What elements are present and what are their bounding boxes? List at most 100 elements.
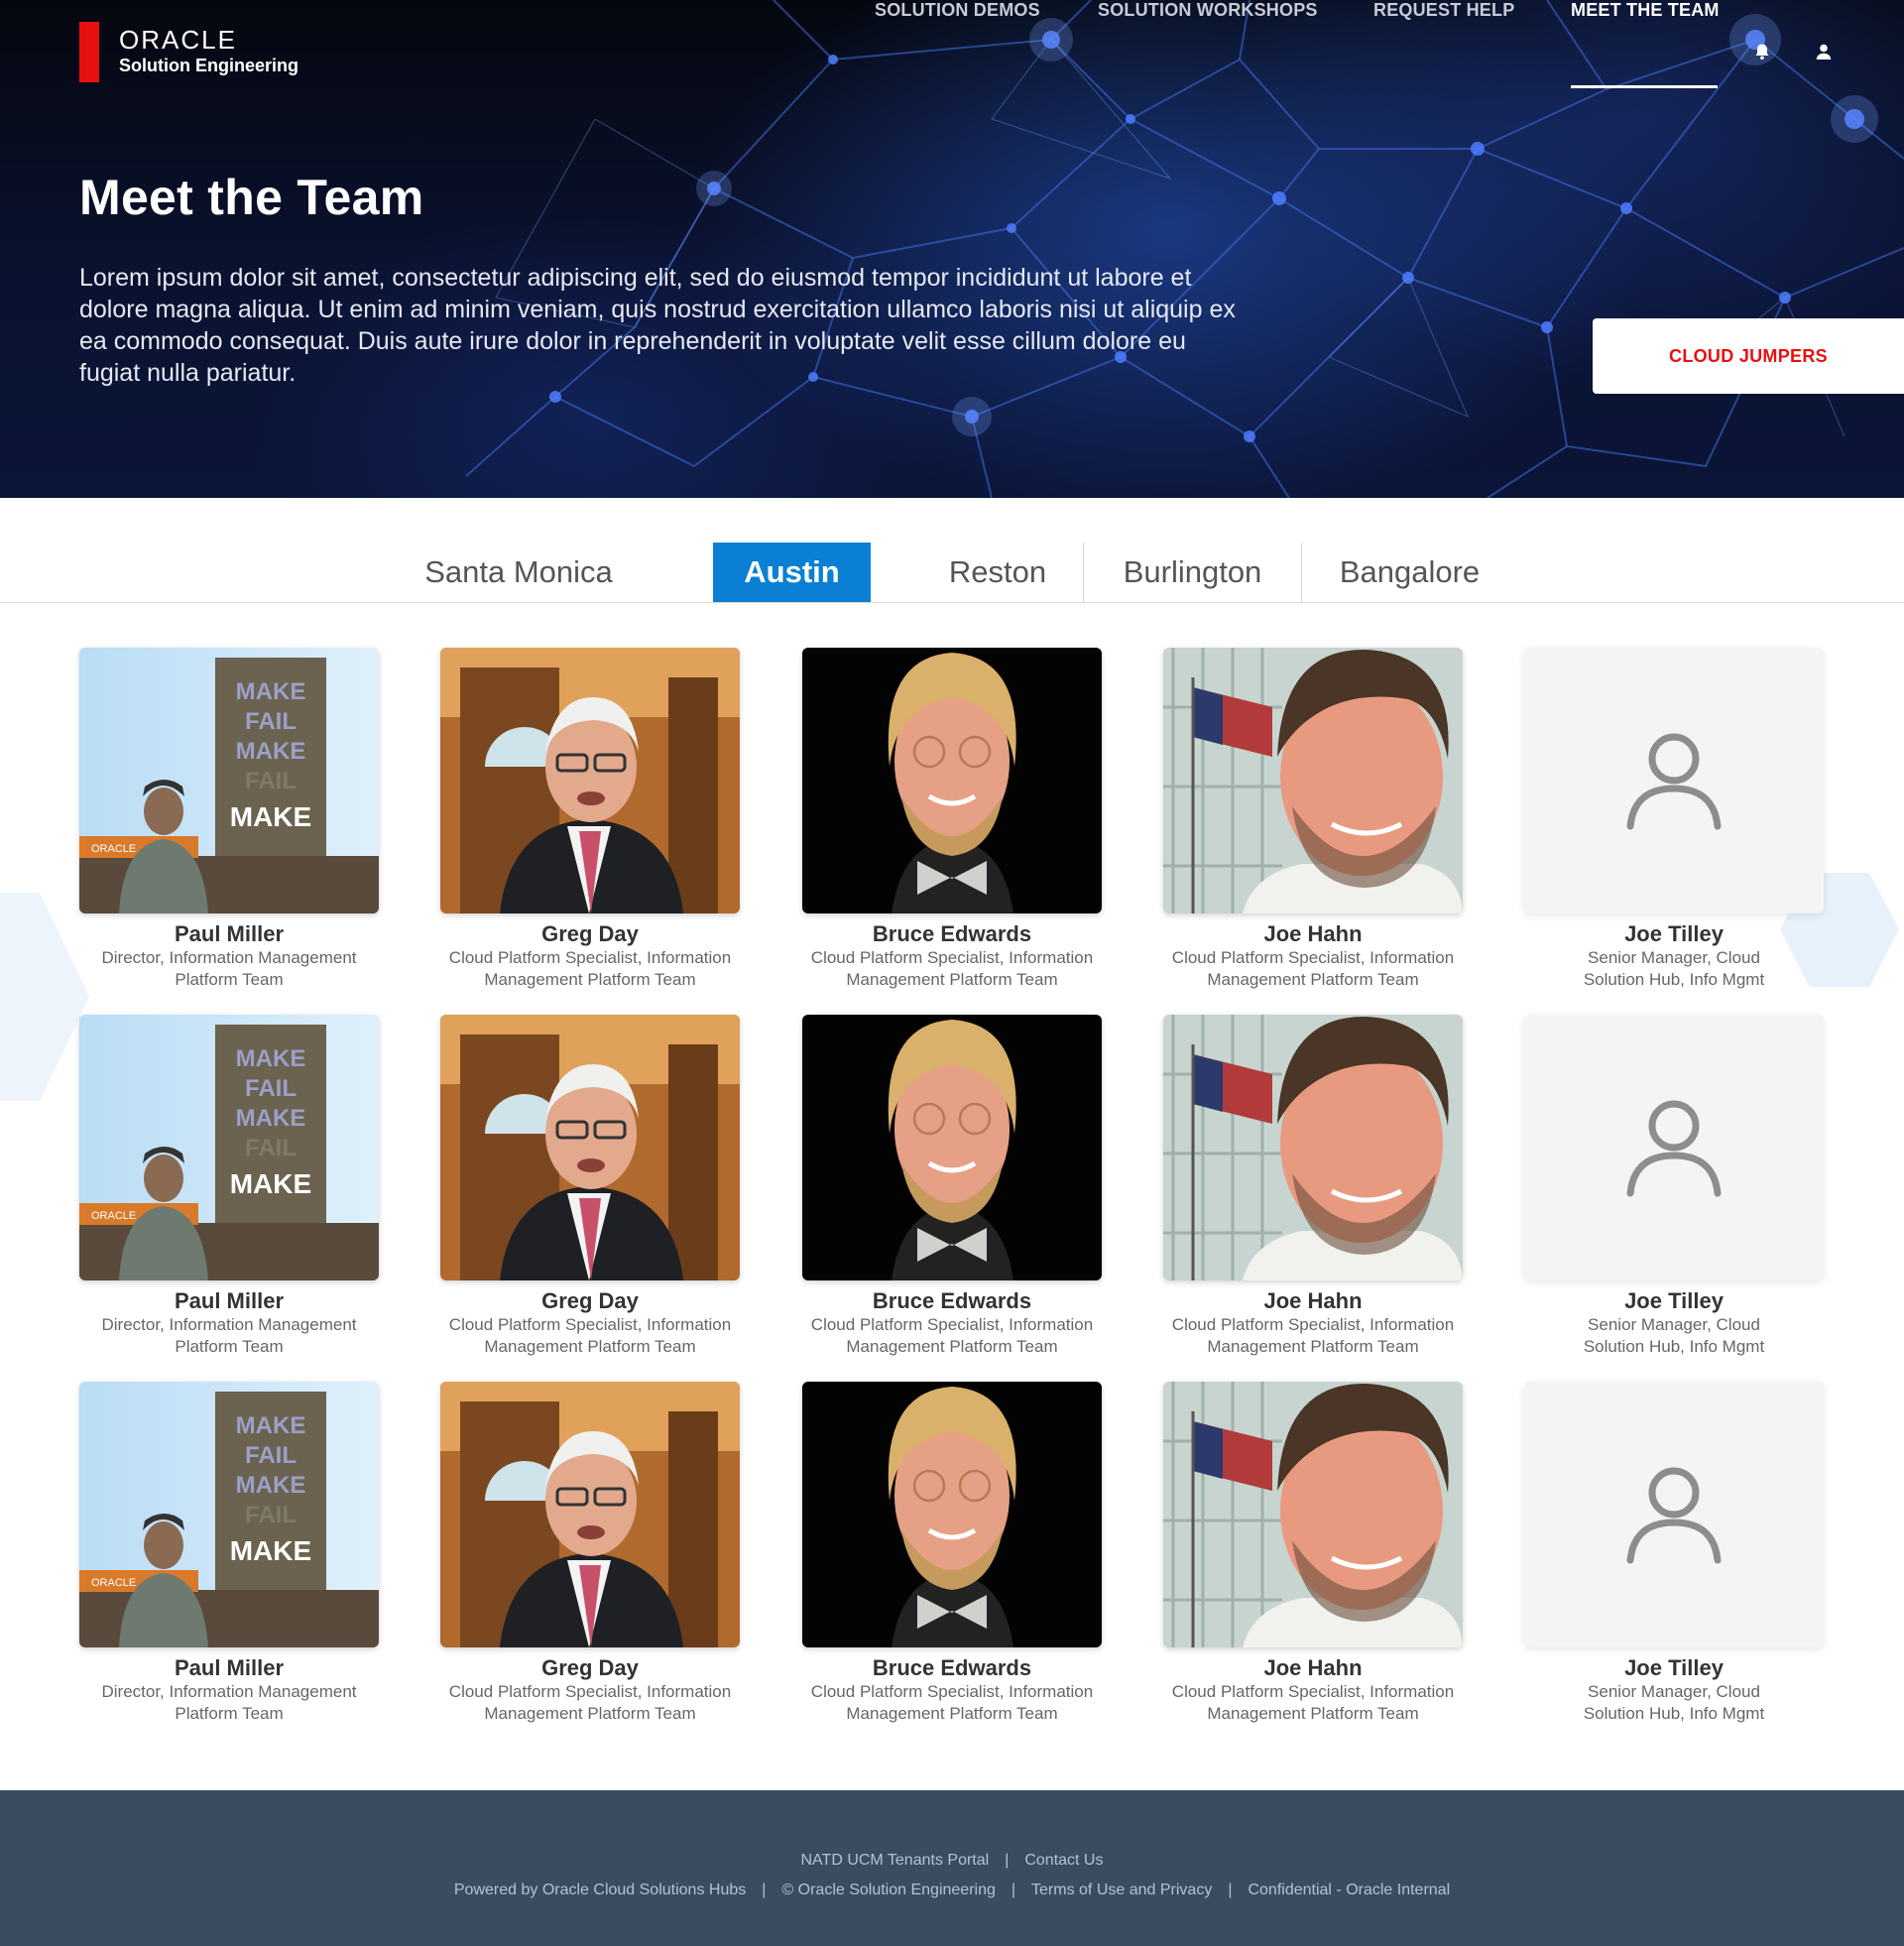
oracle-logo[interactable]: ORACLE Solution Engineering (79, 22, 298, 82)
tab-austin[interactable]: Austin (713, 543, 871, 602)
footer-links-primary: NATD UCM Tenants Portal | Contact Us (0, 1852, 1904, 1870)
slide-word: FAIL (245, 1135, 297, 1161)
member-photo[interactable] (1163, 1382, 1463, 1647)
user-placeholder-icon (1626, 1467, 1722, 1564)
footer-link-terms[interactable]: Terms of Use and Privacy (1031, 1882, 1212, 1898)
member-name: Greg Day (541, 1655, 639, 1680)
member-photo[interactable] (802, 1015, 1102, 1280)
member-photo[interactable] (440, 648, 740, 913)
member-name: Greg Day (541, 921, 639, 946)
nav-meet-the-team[interactable]: MEET THE TEAM (1571, 0, 1720, 21)
team-member-card[interactable]: Joe Hahn Cloud Platform Specialist, Infor… (1163, 1382, 1463, 1725)
slide-word: MAKE (236, 678, 306, 705)
slide-word: FAIL (245, 1442, 297, 1469)
member-role: Cloud Platform Specialist, Information M… (1171, 1682, 1455, 1723)
member-role: Cloud Platform Specialist, Information M… (448, 1315, 732, 1356)
slide-word: MAKE (236, 738, 306, 765)
member-name: Bruce Edwards (872, 1655, 1032, 1680)
team-member-card[interactable]: ORACLE MAKE FAIL MAKE FAIL MAKE Paul Miller Dir… (79, 1382, 379, 1725)
team-member-card[interactable]: Greg Day Cloud Platform Specialist, Infor… (440, 648, 740, 991)
user-placeholder-icon (1626, 1100, 1722, 1197)
team-member-card[interactable]: Joe Hahn Cloud Platform Specialist, Infor… (1163, 1015, 1463, 1358)
member-name: Bruce Edwards (872, 921, 1032, 946)
team-member-card[interactable]: Joe Hahn Cloud Platform Specialist, Infor… (1163, 648, 1463, 991)
slide-word: MAKE (236, 1412, 306, 1439)
member-photo[interactable] (1163, 648, 1463, 913)
avatar-placeholder[interactable] (1524, 1382, 1824, 1647)
bell-icon[interactable] (1753, 43, 1771, 61)
logo-subtitle: Solution Engineering (119, 56, 298, 75)
slide-logo-text: ORACLE (91, 1577, 136, 1589)
footer-separator: | (762, 1882, 767, 1898)
page-description: Lorem ipsum dolor sit amet, consectetur … (79, 264, 1236, 387)
member-photo[interactable]: ORACLE MAKE FAIL MAKE FAIL MAKE (79, 648, 379, 913)
footer-confidential[interactable]: Confidential - Oracle Internal (1248, 1882, 1450, 1898)
member-name: Greg Day (541, 1288, 639, 1313)
avatar-placeholder[interactable] (1524, 648, 1824, 913)
slide-word: MAKE (230, 1168, 311, 1199)
footer-link-ucm-portal[interactable]: NATD UCM Tenants Portal (801, 1852, 990, 1869)
slide-word: MAKE (230, 1535, 311, 1566)
team-member-card[interactable]: Bruce Edwards Cloud Platform Specialist, … (802, 648, 1102, 991)
member-role: Cloud Platform Specialist, Information M… (1171, 1315, 1455, 1356)
nav-request-help[interactable]: REQUEST HELP (1373, 0, 1514, 21)
member-name: Joe Tilley (1624, 1288, 1724, 1313)
slide-word: MAKE (230, 801, 311, 832)
tab-reston[interactable]: Reston (920, 543, 1075, 602)
team-member-card[interactable]: Bruce Edwards Cloud Platform Specialist, … (802, 1382, 1102, 1725)
team-member-card[interactable]: Bruce Edwards Cloud Platform Specialist, … (802, 1015, 1102, 1358)
team-member-card[interactable]: ORACLE MAKE FAIL MAKE FAIL MAKE Paul Miller Dir… (79, 648, 379, 991)
nav-solution-workshops[interactable]: SOLUTION WORKSHOPS (1098, 0, 1318, 21)
member-role: Director, Information Management Platfor… (101, 1682, 357, 1723)
member-role: Cloud Platform Specialist, Information M… (448, 1682, 732, 1723)
slide-word: MAKE (236, 1045, 306, 1072)
footer: NATD UCM Tenants Portal | Contact Us Power… (0, 1790, 1904, 1946)
member-photo[interactable]: ORACLE MAKE FAIL MAKE FAIL MAKE (79, 1015, 379, 1280)
team-member-card[interactable]: Greg Day Cloud Platform Specialist, Infor… (440, 1015, 740, 1358)
team-member-card[interactable]: Joe Tilley Senior Manager, Cloud Solution… (1524, 1382, 1824, 1725)
member-name: Bruce Edwards (872, 1288, 1032, 1313)
cloud-jumpers-button[interactable]: CLOUD JUMPERS (1593, 318, 1904, 394)
footer-separator: | (1011, 1882, 1016, 1898)
member-photo[interactable] (440, 1015, 740, 1280)
member-role: Cloud Platform Specialist, Information M… (810, 1682, 1094, 1723)
member-photo[interactable] (440, 1382, 740, 1647)
slide-word: FAIL (245, 768, 297, 794)
footer-copyright[interactable]: © Oracle Solution Engineering (781, 1882, 995, 1898)
member-role: Director, Information Management Platfor… (101, 948, 357, 989)
slide-word: FAIL (245, 708, 297, 735)
member-name: Joe Tilley (1624, 921, 1724, 946)
member-photo[interactable]: ORACLE MAKE FAIL MAKE FAIL MAKE (79, 1382, 379, 1647)
member-name: Paul Miller (174, 1655, 285, 1680)
nav-solution-demos[interactable]: SOLUTION DEMOS (875, 0, 1040, 21)
footer-links-secondary: Powered by Oracle Cloud Solutions Hubs | ©… (0, 1882, 1904, 1899)
member-name: Paul Miller (174, 921, 285, 946)
member-role: Cloud Platform Specialist, Information M… (1171, 948, 1455, 989)
footer-link-powered-by[interactable]: Powered by Oracle Cloud Solutions Hubs (454, 1882, 746, 1898)
team-member-card[interactable]: ORACLE MAKE FAIL MAKE FAIL MAKE Paul Miller Dir… (79, 1015, 379, 1358)
slide-word: FAIL (245, 1502, 297, 1528)
avatar-placeholder[interactable] (1524, 1015, 1824, 1280)
member-photo[interactable] (1163, 1015, 1463, 1280)
member-name: Paul Miller (174, 1288, 285, 1313)
team-member-card[interactable]: Joe Tilley Senior Manager, Cloud Solution… (1524, 1015, 1824, 1358)
member-role: Cloud Platform Specialist, Information M… (810, 1315, 1094, 1356)
tab-bangalore[interactable]: Bangalore (1302, 543, 1517, 602)
member-name: Joe Tilley (1624, 1655, 1724, 1680)
team-member-card[interactable]: Greg Day Cloud Platform Specialist, Infor… (440, 1382, 740, 1725)
member-role: Senior Manager, Cloud Solution Hub, Info… (1583, 1315, 1765, 1356)
footer-link-contact[interactable]: Contact Us (1024, 1852, 1103, 1869)
tab-burlington[interactable]: Burlington (1084, 543, 1301, 602)
user-icon[interactable] (1815, 43, 1833, 61)
slide-logo-text: ORACLE (91, 843, 136, 855)
team-member-card[interactable]: Joe Tilley Senior Manager, Cloud Solution… (1524, 648, 1824, 991)
tabs-baseline (0, 602, 1904, 603)
member-photo[interactable] (802, 1382, 1102, 1647)
member-photo[interactable] (802, 648, 1102, 913)
member-name: Joe Hahn (1263, 921, 1363, 946)
footer-separator: | (1228, 1882, 1233, 1898)
hero-banner: ORACLE Solution Engineering SOLUTION DEM… (0, 0, 1904, 498)
page-title: Meet the Team (79, 170, 424, 225)
tab-santa-monica[interactable]: Santa Monica (409, 543, 629, 602)
member-role: Senior Manager, Cloud Solution Hub, Info… (1583, 948, 1765, 989)
